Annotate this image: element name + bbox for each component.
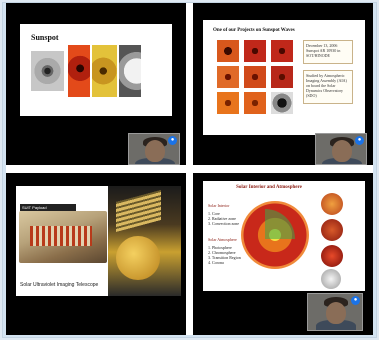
sunspot-image-white: [119, 45, 141, 97]
wave-image: [217, 40, 239, 62]
slide-title: Solar Interior and Atmosphere: [236, 185, 302, 190]
shared-slide: Sunspot: [20, 24, 172, 116]
sunspot-image-red: [68, 45, 90, 97]
participant-video: ●: [128, 133, 180, 165]
sunspot-image-gray: [31, 51, 64, 91]
payload-detail: [30, 226, 92, 246]
shared-slide: Solar Interior and Atmosphere Solar Inte…: [203, 181, 365, 291]
shared-slide: One of our Projects on Sunspot Waves Dec…: [203, 20, 365, 135]
participant-tile-2[interactable]: One of our Projects on Sunspot Waves Dec…: [193, 3, 373, 165]
atmosphere-heading: Solar Atmosphere: [208, 237, 237, 242]
wave-image: [217, 92, 239, 114]
video-grid: Sunspot ● One of our Projects on Sunspot…: [6, 3, 373, 335]
chromosphere-image: [321, 219, 343, 241]
wave-image: [271, 66, 293, 88]
mic-icon: ●: [351, 296, 360, 305]
wave-image: [244, 66, 266, 88]
wave-image: [217, 66, 239, 88]
interior-heading: Solar Interior: [208, 203, 230, 208]
interior-item: 3. Convection zone: [208, 221, 239, 226]
participant-tile-4[interactable]: Solar Interior and Atmosphere Solar Inte…: [193, 173, 373, 335]
participant-tile-3[interactable]: SUIT Payload Solar Ultraviolet Imaging T…: [6, 173, 186, 335]
photosphere-image: [321, 193, 343, 215]
wave-image: [244, 40, 266, 62]
satellite-body: [116, 236, 160, 280]
slide-title: One of our Projects on Sunspot Waves: [213, 28, 295, 33]
sunspot-image-yellow: [92, 45, 117, 97]
info-box: December 13, 2006 Sunspot AR 10930 in SO…: [303, 40, 353, 64]
corona-image: [321, 269, 341, 289]
wave-image: [244, 92, 266, 114]
slide-title: Sunspot: [31, 33, 59, 42]
atmosphere-item: 4. Corona: [208, 260, 224, 265]
mic-icon: ●: [355, 136, 364, 145]
participant-video: ●: [307, 293, 363, 331]
mic-icon: ●: [168, 136, 177, 145]
participant-tile-1[interactable]: Sunspot ●: [6, 3, 186, 165]
wave-image: [271, 92, 293, 114]
wave-image: [271, 40, 293, 62]
slide-caption: Solar Ultraviolet Imaging Telescope: [20, 282, 99, 288]
info-box: Studied by Atmospheric Imaging Assembly …: [303, 70, 353, 104]
shared-slide: SUIT Payload Solar Ultraviolet Imaging T…: [16, 186, 181, 296]
slide-tag: SUIT Payload: [20, 204, 76, 211]
participant-video: ●: [315, 133, 367, 165]
transition-image: [321, 245, 343, 267]
